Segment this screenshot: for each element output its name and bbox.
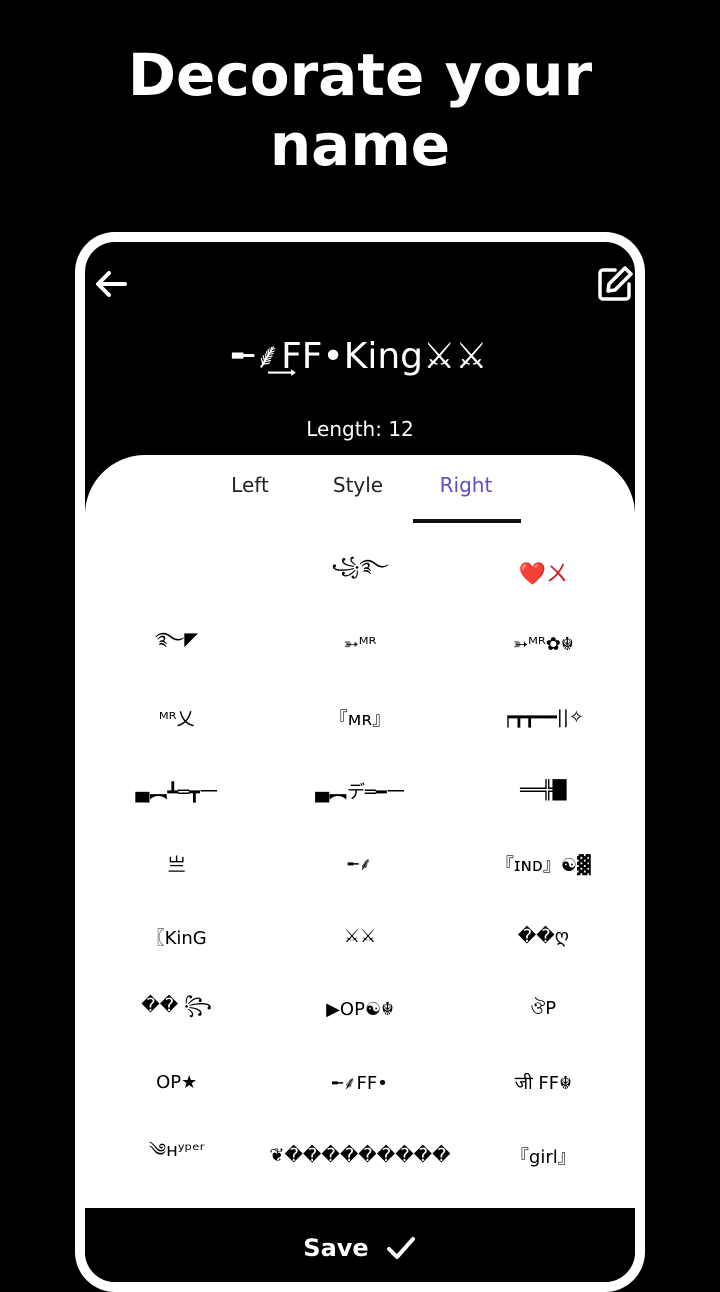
headline-line-1: Decorate your bbox=[127, 41, 593, 109]
phone-frame: ╾⸙͢FF•King⚔⚔ Length: 12 Left Style Right… bbox=[75, 232, 645, 1292]
symbol-item[interactable]: ��ღ bbox=[452, 900, 635, 973]
symbol-item[interactable]: ╾⸙ bbox=[268, 827, 451, 900]
promo-headline: Decorate your name bbox=[0, 40, 720, 180]
symbol-item[interactable]: ══╬█ bbox=[452, 754, 635, 827]
save-button[interactable]: Save bbox=[85, 1208, 635, 1282]
decorated-name-preview: ╾⸙͢FF•King⚔⚔ bbox=[232, 336, 488, 377]
symbol-item[interactable]: 〖KinG bbox=[85, 900, 268, 973]
symbol-item[interactable]: ➳ᴹᴿ bbox=[268, 608, 451, 681]
symbol-item[interactable]: ╾⸙FF• bbox=[268, 1046, 451, 1119]
tab-left[interactable]: Left bbox=[195, 473, 305, 497]
symbol-item[interactable]: ▄︻┻═┳一 bbox=[85, 754, 268, 827]
active-tab-indicator bbox=[413, 519, 521, 523]
symbol-item[interactable]: जी FF☬ bbox=[452, 1046, 635, 1119]
top-bar: ╾⸙͢FF•King⚔⚔ Length: 12 bbox=[85, 242, 635, 472]
tab-style[interactable]: Style bbox=[303, 473, 413, 497]
symbol-item[interactable]: ঔP bbox=[452, 973, 635, 1046]
symbol-item[interactable]: 『girl』 bbox=[452, 1119, 635, 1192]
symbol-item[interactable] bbox=[85, 535, 268, 608]
symbol-item[interactable]: ⚔⚔ bbox=[268, 900, 451, 973]
symbol-item[interactable]: ❦��������� bbox=[268, 1119, 451, 1192]
symbol-item[interactable]: ┍┳┳━━||✧ bbox=[452, 681, 635, 754]
symbol-item[interactable]: 『ɪɴᴅ』☯▓ bbox=[452, 827, 635, 900]
symbol-item[interactable]: ꧁࿐ bbox=[268, 535, 451, 608]
edit-icon[interactable] bbox=[595, 264, 635, 304]
symbol-item[interactable]: ༄ʜʸᵖᵉʳ bbox=[85, 1119, 268, 1192]
arrow-left-icon[interactable] bbox=[91, 264, 131, 304]
symbol-sheet: Left Style Right ꧁࿐ ❤️ㄨ ࿐◤ ➳ᴹᴿ ➳ᴹᴿ✿☬ ᴹᴿ乂… bbox=[85, 455, 635, 1215]
tab-bar: Left Style Right bbox=[85, 455, 635, 525]
symbol-item[interactable]: ࿐◤ bbox=[85, 608, 268, 681]
save-label: Save bbox=[303, 1234, 369, 1262]
symbol-item[interactable]: ➳ᴹᴿ✿☬ bbox=[452, 608, 635, 681]
symbol-item[interactable]: OP★ bbox=[85, 1046, 268, 1119]
symbol-item[interactable]: ▄︻デ═━一 bbox=[268, 754, 451, 827]
symbol-item[interactable]: ᴹᴿ乂 bbox=[85, 681, 268, 754]
symbol-item[interactable]: 『ᴍʀ』 bbox=[268, 681, 451, 754]
name-length: Length: 12 bbox=[306, 417, 414, 441]
headline-line-2: name bbox=[269, 111, 451, 179]
tab-right[interactable]: Right bbox=[411, 473, 521, 497]
symbol-item[interactable]: ▶OP☯☬ bbox=[268, 973, 451, 1046]
symbol-grid: ꧁࿐ ❤️ㄨ ࿐◤ ➳ᴹᴿ ➳ᴹᴿ✿☬ ᴹᴿ乂 『ᴍʀ』 ┍┳┳━━||✧ ▄︻… bbox=[85, 535, 635, 1192]
symbol-item[interactable]: ❤️ㄨ bbox=[452, 535, 635, 608]
check-icon bbox=[386, 1237, 415, 1259]
symbol-item[interactable]: �� ꧂ bbox=[85, 973, 268, 1046]
symbol-item[interactable]: 亗 bbox=[85, 827, 268, 900]
